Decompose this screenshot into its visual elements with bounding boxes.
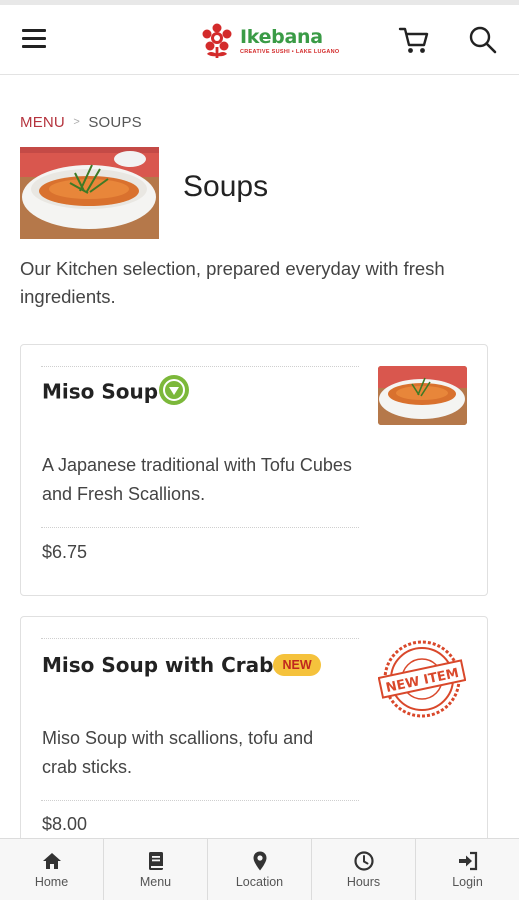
vegetarian-leaf-icon — [159, 375, 190, 405]
nav-label: Home — [34, 875, 69, 889]
breadcrumb-separator: > — [73, 116, 80, 128]
category-description: Our Kitchen selection, prepared everyday… — [20, 258, 445, 307]
nav-label: Location — [235, 875, 284, 889]
item-description: A Japanese traditional with Tofu Cubes a… — [42, 455, 352, 504]
menu-item-card[interactable]: Miso Soup A Japanese traditional with To… — [20, 344, 488, 596]
nav-label: Menu — [139, 875, 172, 889]
logo-tagline: CREATIVE SUSHI • LAKE LUGANO — [240, 49, 340, 55]
breadcrumb-menu-link[interactable]: MENU — [20, 114, 65, 131]
category-title: Soups — [183, 170, 269, 203]
breadcrumb-current: SOUPS — [88, 114, 142, 131]
divider — [41, 366, 359, 367]
brand-logo[interactable]: Ikebana CREATIVE SUSHI • LAKE LUGANO — [198, 23, 339, 59]
nav-location[interactable]: Location — [208, 839, 312, 900]
divider — [41, 527, 359, 528]
nav-home[interactable]: Home — [0, 839, 104, 900]
app-header: Ikebana CREATIVE SUSHI • LAKE LUGANO — [0, 5, 519, 75]
item-price: $8.00 — [42, 814, 88, 834]
new-badge: NEW — [273, 653, 321, 676]
category-image — [20, 147, 159, 239]
breadcrumb: MENU > SOUPS — [20, 114, 142, 131]
nav-label: Login — [452, 875, 483, 889]
cart-icon[interactable] — [398, 25, 430, 55]
nav-login[interactable]: Login — [416, 839, 519, 900]
item-thumbnail — [378, 366, 467, 425]
divider — [41, 638, 359, 639]
item-name: Miso Soup with Crab — [42, 653, 274, 677]
item-title-row: Miso Soup — [42, 375, 190, 408]
nav-hours[interactable]: Hours — [312, 839, 416, 900]
home-icon — [42, 853, 61, 869]
clock-icon — [353, 851, 374, 871]
sign-in-icon — [458, 851, 477, 871]
logo-wordmark: Ikebana — [240, 26, 323, 48]
search-icon[interactable] — [468, 25, 498, 55]
book-icon — [148, 852, 163, 870]
item-title-row: Miso Soup with Crab NEW — [42, 653, 321, 678]
item-description: Miso Soup with scallions, tofu and crab … — [42, 728, 314, 777]
item-name: Miso Soup — [42, 379, 159, 404]
map-pin-icon — [253, 851, 266, 871]
hamburger-menu-icon[interactable] — [22, 27, 46, 49]
nav-label: Hours — [346, 875, 381, 889]
flower-logo-icon — [202, 23, 232, 58]
new-item-stamp: NEW ITEM — [377, 639, 467, 719]
nav-menu[interactable]: Menu — [104, 839, 208, 900]
divider — [41, 800, 359, 801]
bottom-navigation: Home Menu Location Hours Login — [0, 838, 519, 900]
item-price: $6.75 — [42, 542, 88, 562]
menu-item-card[interactable]: Miso Soup with Crab NEW Miso Soup with sc… — [20, 616, 488, 876]
